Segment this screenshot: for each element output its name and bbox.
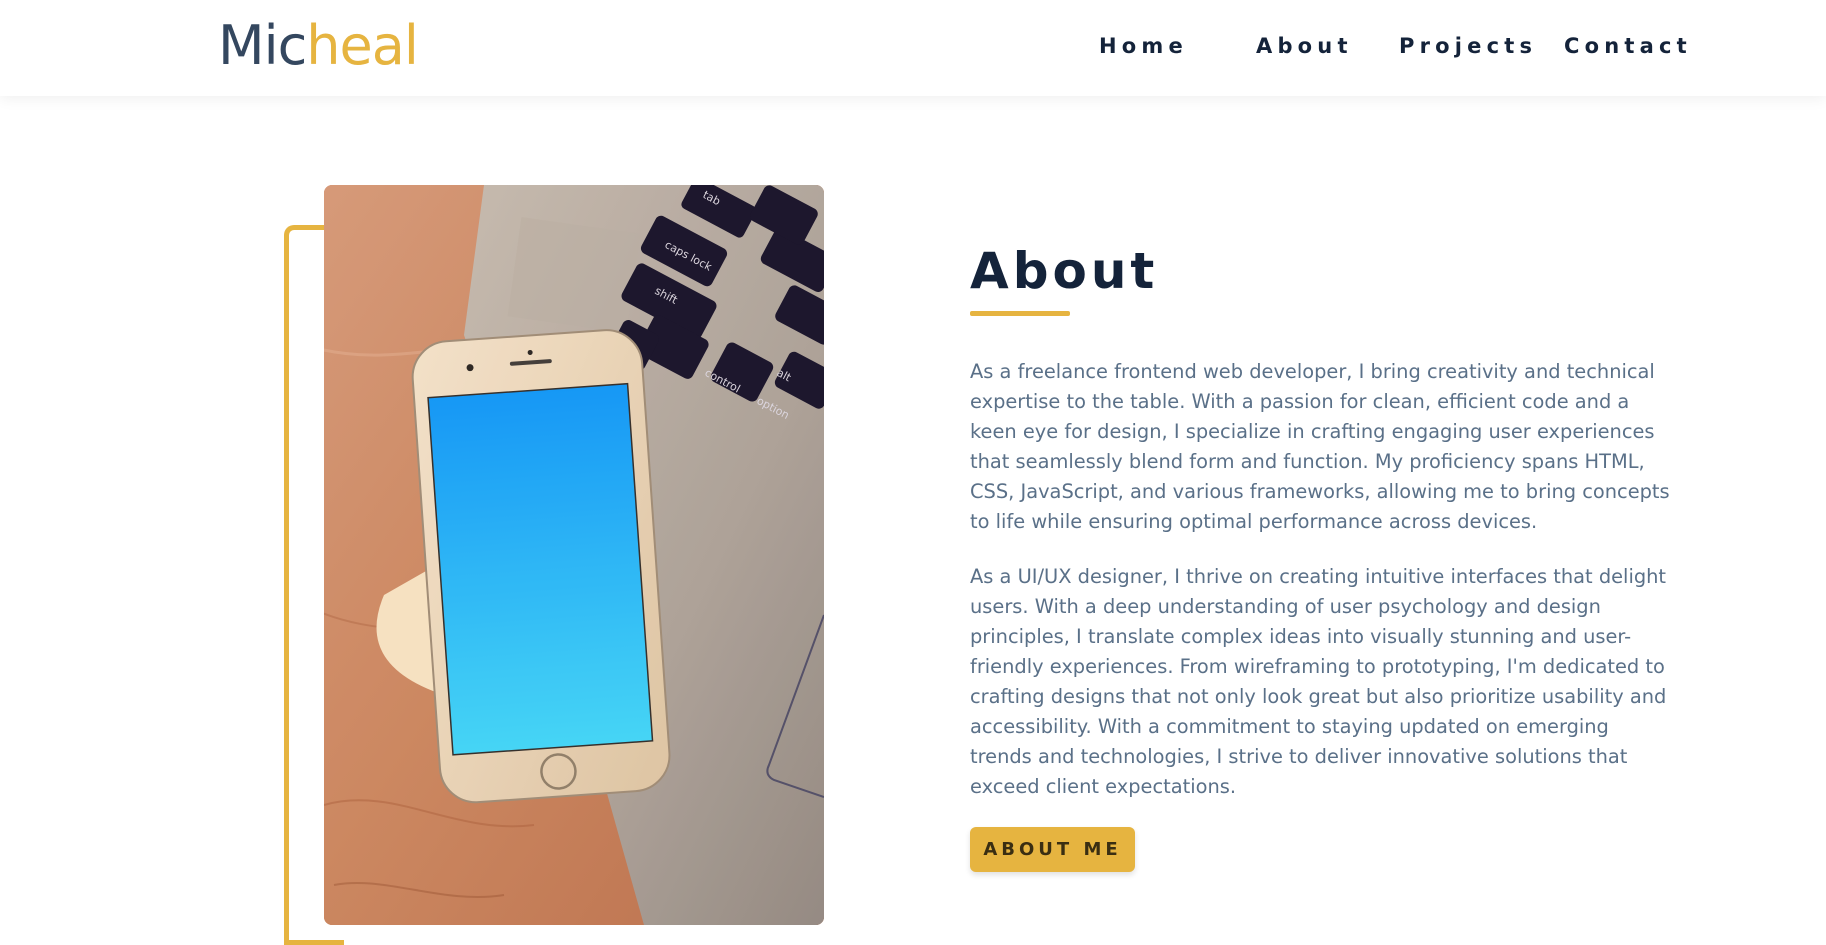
nav-link-contact[interactable]: Contact [1564, 32, 1692, 60]
nav-link-about[interactable]: About [1256, 32, 1353, 60]
about-heading: About [970, 242, 1159, 300]
heading-underline [970, 311, 1070, 316]
logo-text-accent: heal [306, 14, 419, 77]
nav-link-projects[interactable]: Projects [1399, 32, 1537, 60]
logo-text-primary: Mic [218, 14, 307, 77]
phone-on-laptop-illustration: tab caps lock shift control alt option [324, 185, 824, 925]
nav-link-home[interactable]: Home [1099, 32, 1188, 60]
site-header: Micheal Home About Projects Contact [0, 0, 1826, 96]
about-paragraph-2: As a UI/UX designer, I thrive on creatin… [970, 565, 1667, 798]
about-photo: tab caps lock shift control alt option [324, 185, 824, 925]
about-paragraph-1: As a freelance frontend web developer, I… [970, 360, 1670, 533]
site-logo[interactable]: Micheal [218, 14, 419, 78]
about-me-button[interactable]: ABOUT ME [970, 827, 1135, 872]
